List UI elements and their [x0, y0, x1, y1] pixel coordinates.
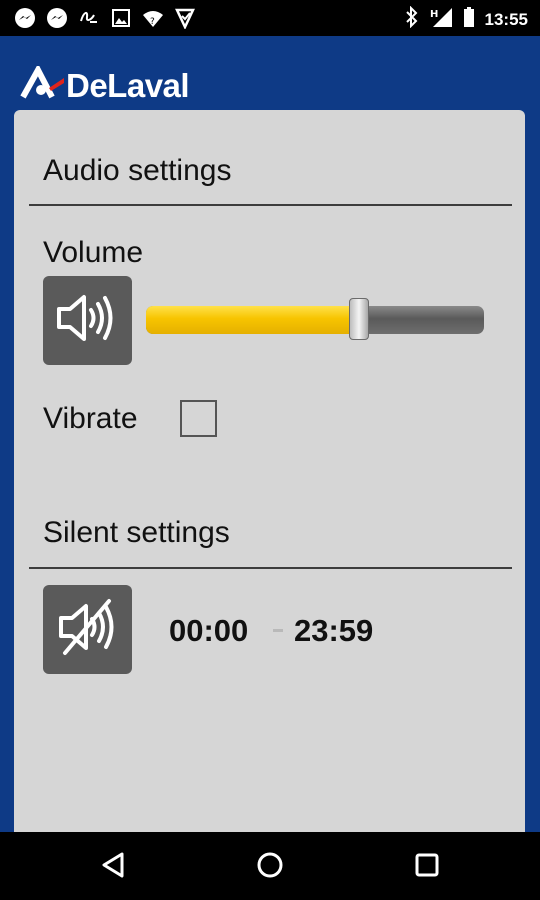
volume-slider-fill [146, 306, 359, 334]
clock: 13:55 [484, 9, 528, 29]
silent-start-time[interactable]: 00:00 [169, 613, 248, 649]
home-icon [256, 851, 284, 884]
audio-settings-title: Audio settings [43, 154, 232, 187]
bluetooth-icon [405, 5, 419, 33]
volume-button[interactable] [43, 276, 132, 365]
silent-divider [29, 567, 512, 569]
vibrate-checkbox[interactable] [180, 400, 217, 437]
messenger-icon [14, 7, 36, 29]
mute-button[interactable] [43, 585, 132, 674]
navigation-bar [0, 832, 540, 900]
system-icons: H 13:55 [405, 5, 528, 33]
delaval-logo-icon [20, 63, 64, 105]
app-header: DeLaval [0, 36, 540, 110]
download-check-icon [174, 7, 196, 29]
wifi-question-icon: ? [142, 7, 164, 29]
status-bar: ? H 13:55 [0, 0, 540, 36]
recents-icon [414, 852, 440, 883]
volume-label: Volume [43, 236, 144, 269]
gesture-icon [78, 7, 100, 29]
home-button[interactable] [253, 850, 287, 884]
silent-end-time[interactable]: 23:59 [294, 613, 373, 649]
volume-slider-thumb[interactable] [349, 298, 369, 340]
vibrate-label: Vibrate [43, 402, 138, 435]
image-icon [110, 7, 132, 29]
signal-icon: H [429, 6, 453, 33]
svg-text:?: ? [150, 17, 155, 27]
volume-slider[interactable] [146, 298, 484, 340]
speaker-icon [55, 293, 121, 348]
back-icon [100, 851, 126, 884]
settings-panel: Audio settings Volume Vibrate Silent set… [14, 110, 525, 832]
back-button[interactable] [96, 850, 130, 884]
notification-icons: ? [14, 7, 196, 29]
time-range-separator [273, 629, 283, 632]
svg-text:H: H [430, 9, 438, 20]
messenger-icon [46, 7, 68, 29]
speaker-muted-icon [55, 597, 121, 662]
silent-settings-title: Silent settings [43, 516, 230, 549]
brand-logo: DeLaval [20, 63, 190, 105]
battery-icon [463, 6, 475, 33]
audio-divider [29, 204, 512, 206]
recents-button[interactable] [410, 850, 444, 884]
brand-name: DeLaval [66, 66, 190, 104]
